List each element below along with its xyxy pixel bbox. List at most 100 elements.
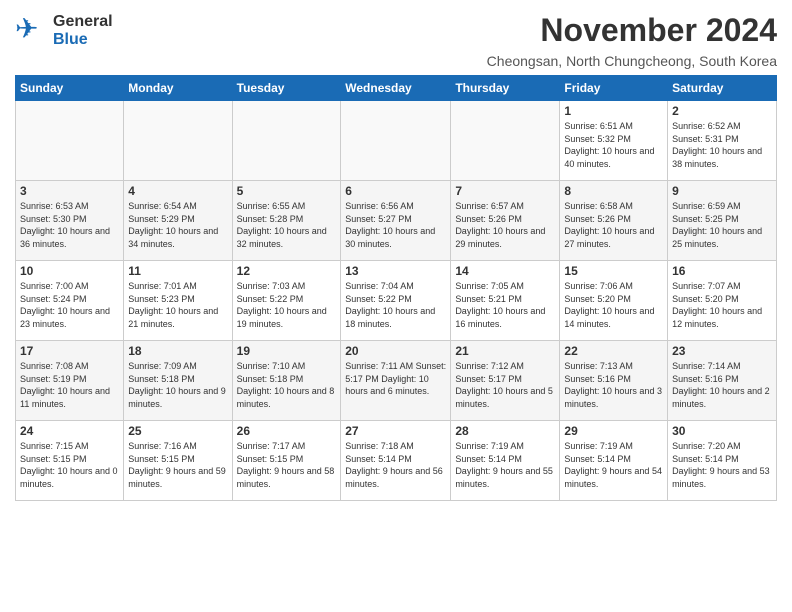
- day-number: 23: [672, 344, 772, 358]
- day-info: Sunrise: 6:53 AM Sunset: 5:30 PM Dayligh…: [20, 200, 119, 250]
- day-info: Sunrise: 7:18 AM Sunset: 5:14 PM Dayligh…: [345, 440, 446, 490]
- header: ✈ General Blue November 2024: [15, 10, 777, 51]
- day-number: 2: [672, 104, 772, 118]
- calendar-cell: 24 Sunrise: 7:15 AM Sunset: 5:15 PM Dayli…: [16, 421, 124, 501]
- calendar-cell: 13 Sunrise: 7:04 AM Sunset: 5:22 PM Dayli…: [341, 261, 451, 341]
- day-number: 29: [564, 424, 663, 438]
- day-number: 25: [128, 424, 227, 438]
- calendar-cell: 28 Sunrise: 7:19 AM Sunset: 5:14 PM Dayli…: [451, 421, 560, 501]
- day-info: Sunrise: 7:16 AM Sunset: 5:15 PM Dayligh…: [128, 440, 227, 490]
- day-info: Sunrise: 7:14 AM Sunset: 5:16 PM Dayligh…: [672, 360, 772, 410]
- day-number: 21: [455, 344, 555, 358]
- calendar-cell: 16 Sunrise: 7:07 AM Sunset: 5:20 PM Dayli…: [668, 261, 777, 341]
- day-number: 14: [455, 264, 555, 278]
- day-info: Sunrise: 7:03 AM Sunset: 5:22 PM Dayligh…: [237, 280, 337, 330]
- day-info: Sunrise: 7:17 AM Sunset: 5:15 PM Dayligh…: [237, 440, 337, 490]
- day-number: 12: [237, 264, 337, 278]
- calendar-header-friday: Friday: [560, 76, 668, 101]
- day-number: 1: [564, 104, 663, 118]
- calendar-cell: 21Sunrise: 7:12 AM Sunset: 5:17 PM Dayli…: [451, 341, 560, 421]
- day-number: 22: [564, 344, 663, 358]
- calendar-cell: 11 Sunrise: 7:01 AM Sunset: 5:23 PM Dayli…: [124, 261, 232, 341]
- logo-blue: Blue: [53, 31, 113, 49]
- calendar-cell: 27Sunrise: 7:18 AM Sunset: 5:14 PM Dayli…: [341, 421, 451, 501]
- calendar-cell: 26 Sunrise: 7:17 AM Sunset: 5:15 PM Dayli…: [232, 421, 341, 501]
- day-info: Sunrise: 7:15 AM Sunset: 5:15 PM Dayligh…: [20, 440, 119, 490]
- calendar-cell: 18Sunrise: 7:09 AM Sunset: 5:18 PM Dayli…: [124, 341, 232, 421]
- day-info: Sunrise: 6:55 AM Sunset: 5:28 PM Dayligh…: [237, 200, 337, 250]
- svg-text:✈: ✈: [15, 13, 38, 44]
- logo-icon: ✈: [15, 10, 51, 51]
- month-title: November 2024: [540, 12, 777, 49]
- day-info: Sunrise: 7:04 AM Sunset: 5:22 PM Dayligh…: [345, 280, 446, 330]
- day-info: Sunrise: 7:10 AM Sunset: 5:18 PM Dayligh…: [237, 360, 337, 410]
- calendar-cell: 8Sunrise: 6:58 AM Sunset: 5:26 PM Daylig…: [560, 181, 668, 261]
- calendar-cell: 15 Sunrise: 7:06 AM Sunset: 5:20 PM Dayli…: [560, 261, 668, 341]
- calendar-header-wednesday: Wednesday: [341, 76, 451, 101]
- calendar-cell: [16, 101, 124, 181]
- day-number: 6: [345, 184, 446, 198]
- day-number: 16: [672, 264, 772, 278]
- calendar-cell: 1 Sunrise: 6:51 AM Sunset: 5:32 PM Daylig…: [560, 101, 668, 181]
- day-number: 24: [20, 424, 119, 438]
- logo-text: General Blue: [53, 13, 113, 48]
- day-info: Sunrise: 7:11 AM Sunset: 5:17 PM Dayligh…: [345, 360, 446, 398]
- calendar-header-row: SundayMondayTuesdayWednesdayThursdayFrid…: [16, 76, 777, 101]
- day-number: 11: [128, 264, 227, 278]
- logo: ✈ General Blue: [15, 10, 113, 51]
- day-number: 9: [672, 184, 772, 198]
- day-number: 13: [345, 264, 446, 278]
- calendar-header-sunday: Sunday: [16, 76, 124, 101]
- day-number: 8: [564, 184, 663, 198]
- day-number: 15: [564, 264, 663, 278]
- day-info: Sunrise: 7:19 AM Sunset: 5:14 PM Dayligh…: [455, 440, 555, 490]
- day-number: 18: [128, 344, 227, 358]
- calendar-cell: 6 Sunrise: 6:56 AM Sunset: 5:27 PM Daylig…: [341, 181, 451, 261]
- calendar-week-0: 1 Sunrise: 6:51 AM Sunset: 5:32 PM Daylig…: [16, 101, 777, 181]
- day-info: Sunrise: 6:51 AM Sunset: 5:32 PM Dayligh…: [564, 120, 663, 170]
- calendar-cell: [124, 101, 232, 181]
- calendar-header-thursday: Thursday: [451, 76, 560, 101]
- day-info: Sunrise: 6:56 AM Sunset: 5:27 PM Dayligh…: [345, 200, 446, 250]
- day-info: Sunrise: 7:00 AM Sunset: 5:24 PM Dayligh…: [20, 280, 119, 330]
- day-number: 28: [455, 424, 555, 438]
- day-info: Sunrise: 7:20 AM Sunset: 5:14 PM Dayligh…: [672, 440, 772, 490]
- calendar-header-monday: Monday: [124, 76, 232, 101]
- calendar-cell: [232, 101, 341, 181]
- calendar-cell: [451, 101, 560, 181]
- day-info: Sunrise: 7:19 AM Sunset: 5:14 PM Dayligh…: [564, 440, 663, 490]
- calendar-cell: 3 Sunrise: 6:53 AM Sunset: 5:30 PM Daylig…: [16, 181, 124, 261]
- calendar-cell: 7Sunrise: 6:57 AM Sunset: 5:26 PM Daylig…: [451, 181, 560, 261]
- calendar-cell: 25 Sunrise: 7:16 AM Sunset: 5:15 PM Dayli…: [124, 421, 232, 501]
- day-info: Sunrise: 7:01 AM Sunset: 5:23 PM Dayligh…: [128, 280, 227, 330]
- day-info: Sunrise: 7:07 AM Sunset: 5:20 PM Dayligh…: [672, 280, 772, 330]
- calendar-cell: 23 Sunrise: 7:14 AM Sunset: 5:16 PM Dayli…: [668, 341, 777, 421]
- calendar-header-saturday: Saturday: [668, 76, 777, 101]
- day-number: 10: [20, 264, 119, 278]
- day-number: 26: [237, 424, 337, 438]
- calendar-week-4: 24 Sunrise: 7:15 AM Sunset: 5:15 PM Dayli…: [16, 421, 777, 501]
- day-number: 7: [455, 184, 555, 198]
- calendar-cell: 19 Sunrise: 7:10 AM Sunset: 5:18 PM Dayli…: [232, 341, 341, 421]
- day-info: Sunrise: 7:06 AM Sunset: 5:20 PM Dayligh…: [564, 280, 663, 330]
- calendar-cell: 2Sunrise: 6:52 AM Sunset: 5:31 PM Daylig…: [668, 101, 777, 181]
- day-number: 19: [237, 344, 337, 358]
- day-number: 3: [20, 184, 119, 198]
- calendar-cell: [341, 101, 451, 181]
- day-info: Sunrise: 6:54 AM Sunset: 5:29 PM Dayligh…: [128, 200, 227, 250]
- page: ✈ General Blue November 2024 Cheongsan, …: [0, 0, 792, 511]
- calendar-week-3: 17Sunrise: 7:08 AM Sunset: 5:19 PM Dayli…: [16, 341, 777, 421]
- day-info: Sunrise: 6:59 AM Sunset: 5:25 PM Dayligh…: [672, 200, 772, 250]
- day-number: 5: [237, 184, 337, 198]
- calendar-table: SundayMondayTuesdayWednesdayThursdayFrid…: [15, 75, 777, 501]
- calendar-cell: 22 Sunrise: 7:13 AM Sunset: 5:16 PM Dayli…: [560, 341, 668, 421]
- day-number: 30: [672, 424, 772, 438]
- day-number: 20: [345, 344, 446, 358]
- logo-general: General: [53, 13, 113, 31]
- calendar-cell: 20 Sunrise: 7:11 AM Sunset: 5:17 PM Dayli…: [341, 341, 451, 421]
- calendar-cell: 14Sunrise: 7:05 AM Sunset: 5:21 PM Dayli…: [451, 261, 560, 341]
- calendar-cell: 17Sunrise: 7:08 AM Sunset: 5:19 PM Dayli…: [16, 341, 124, 421]
- calendar-header-tuesday: Tuesday: [232, 76, 341, 101]
- day-info: Sunrise: 7:13 AM Sunset: 5:16 PM Dayligh…: [564, 360, 663, 410]
- calendar-cell: 29 Sunrise: 7:19 AM Sunset: 5:14 PM Dayli…: [560, 421, 668, 501]
